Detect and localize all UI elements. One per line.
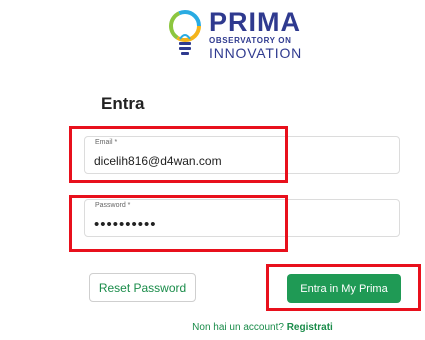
password-label: Password *	[95, 202, 131, 209]
login-button[interactable]: Entra in My Prima	[287, 274, 401, 303]
logo-wordmark: PRIMA	[209, 7, 301, 37]
email-input[interactable]	[94, 152, 384, 170]
signup-link[interactable]: Registrati	[287, 322, 333, 333]
reset-password-button[interactable]: Reset Password	[89, 273, 196, 302]
email-label: Email *	[95, 139, 118, 146]
logo-subtitle-2: INNOVATION	[209, 45, 303, 61]
password-input[interactable]	[94, 215, 384, 233]
email-field[interactable]: Email *	[84, 136, 400, 174]
lightbulb-logo-icon	[169, 10, 201, 55]
page-title: Entra	[101, 94, 145, 113]
signup-row: Non hai un account? Registrati	[0, 322, 425, 333]
signup-prompt: Non hai un account?	[192, 322, 284, 333]
password-field[interactable]: Password *	[84, 199, 400, 237]
logo-subtitle-1: OBSERVATORY ON	[209, 36, 292, 45]
prima-logo: PRIMA OBSERVATORY ON INNOVATION	[168, 7, 318, 67]
